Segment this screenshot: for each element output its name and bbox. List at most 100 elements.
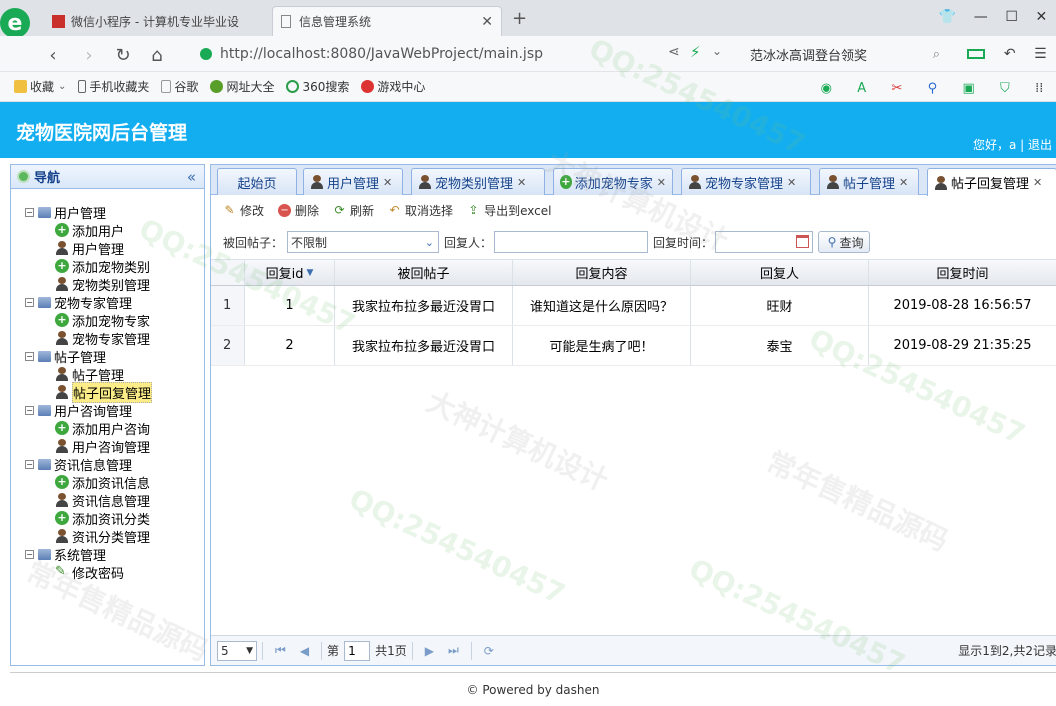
sidebar-item[interactable]: + 添加用户 <box>11 221 204 240</box>
gamepad-icon[interactable]: ▣ <box>962 81 974 96</box>
refresh-icon[interactable]: ⟳ <box>484 644 494 658</box>
first-page-icon[interactable]: ⏮ <box>275 643 286 658</box>
bookmark-google[interactable]: 谷歌 <box>161 78 198 95</box>
magnifier-icon[interactable]: ⚲ <box>928 81 938 96</box>
back-icon[interactable]: ‹ <box>42 44 64 66</box>
sidebar-item[interactable]: − 帖子管理 <box>11 347 204 366</box>
sidebar-item[interactable]: − 资讯信息管理 <box>11 455 204 474</box>
battery-icon[interactable] <box>967 49 986 59</box>
sidebar-item[interactable]: + 添加资讯分类 <box>11 509 204 528</box>
calendar-icon[interactable] <box>796 235 810 248</box>
bookmark-360[interactable]: 360搜索 <box>286 78 349 95</box>
chat-icon[interactable]: ◉ <box>821 81 832 96</box>
collapse-toggle-icon[interactable]: − <box>25 549 34 559</box>
column-header-id[interactable]: 回复id ▼ <box>245 260 335 285</box>
post-select[interactable]: 不限制 ⌄ <box>287 231 440 253</box>
forward-icon[interactable]: › <box>78 44 100 66</box>
sidebar-item[interactable]: + 添加宠物类别 <box>11 257 204 276</box>
close-window-icon[interactable]: ✕ <box>1035 9 1047 25</box>
bookmark-games[interactable]: 游戏中心 <box>361 78 425 95</box>
sidebar-item[interactable]: − 系统管理 <box>11 545 204 564</box>
next-page-icon[interactable]: ▶ <box>425 644 434 658</box>
close-icon[interactable]: ✕ <box>383 176 392 189</box>
collapse-toggle-icon[interactable]: − <box>25 405 34 415</box>
query-button[interactable]: ⚲ 查询 <box>818 231 871 253</box>
home-icon[interactable]: ⌂ <box>146 44 168 66</box>
column-header-content[interactable]: 回复内容 <box>513 260 691 285</box>
browser-tab-miniprogram[interactable]: 微信小程序 - 计算机专业毕业设 <box>44 6 250 36</box>
translate-icon[interactable]: A <box>857 81 866 96</box>
page-tab[interactable]: 用户管理 ✕ <box>303 168 403 195</box>
user-info[interactable]: 您好，a | 退出 <box>973 136 1052 153</box>
page-tab[interactable]: 帖子管理 ✕ <box>819 168 919 195</box>
column-header-time[interactable]: 回复时间 <box>869 260 1056 285</box>
sidebar-item[interactable]: − 宠物专家管理 <box>11 293 204 312</box>
refresh-button[interactable]: ⟳ 刷新 <box>333 202 375 219</box>
sidebar-item[interactable]: 帖子管理 <box>11 365 204 384</box>
close-icon[interactable]: ✕ <box>481 14 493 30</box>
page-tab[interactable]: + 添加宠物专家 ✕ <box>553 168 673 195</box>
reload-icon[interactable]: ↻ <box>112 44 134 66</box>
close-icon[interactable]: ✕ <box>787 176 796 189</box>
sidebar-item[interactable]: + 添加资讯信息 <box>11 473 204 492</box>
table-row[interactable]: 2 2 我家拉布拉多最近没胃口 可能是生病了吧！ 泰宝 2019-08-29 21:35:… <box>211 326 1056 366</box>
close-icon[interactable]: ✕ <box>517 176 526 189</box>
sidebar-item[interactable]: 宠物专家管理 <box>11 329 204 348</box>
close-icon[interactable]: ✕ <box>899 176 908 189</box>
page-tab[interactable]: 起始页 <box>217 168 297 195</box>
menu-icon[interactable]: ☰ <box>1034 46 1047 62</box>
shield-icon[interactable]: ⛉ <box>1000 81 1010 96</box>
chevron-down-icon[interactable]: ⌄ <box>712 44 722 58</box>
replier-input[interactable] <box>494 231 649 253</box>
column-header-post[interactable]: 被回帖子 <box>335 260 513 285</box>
search-hint[interactable]: 范冰冰高调登台领奖 ⌕ <box>750 44 940 64</box>
delete-button[interactable]: − 删除 <box>278 202 319 219</box>
maximize-icon[interactable]: ☐ <box>1005 9 1018 25</box>
sidebar-item[interactable]: 资讯分类管理 <box>11 527 204 546</box>
close-icon[interactable]: ✕ <box>1033 176 1042 189</box>
sidebar-item[interactable]: + 添加宠物专家 <box>11 311 204 330</box>
bookmark-mobile[interactable]: 手机收藏夹 <box>78 78 149 95</box>
export-button[interactable]: ⇪ 导出到excel <box>467 202 552 219</box>
sidebar-item[interactable]: 用户咨询管理 <box>11 437 204 456</box>
page-size-select[interactable]: 5 ▼ <box>217 640 257 661</box>
sidebar-item[interactable]: − 用户咨询管理 <box>11 401 204 420</box>
new-tab-button[interactable]: + <box>512 8 527 29</box>
collapse-toggle-icon[interactable]: − <box>25 459 34 469</box>
scissors-icon[interactable]: ✂ <box>891 81 902 96</box>
page-number-input[interactable] <box>344 640 371 661</box>
collapse-toggle-icon[interactable]: − <box>25 297 34 307</box>
edit-button[interactable]: ✎ 修改 <box>223 202 264 219</box>
share-icon[interactable]: ⋖ <box>668 44 680 60</box>
sidebar-item[interactable]: 资讯信息管理 <box>11 491 204 510</box>
bookmark-hao[interactable]: 网址大全 <box>210 78 274 95</box>
collapse-toggle-icon[interactable]: − <box>25 351 34 361</box>
bolt-icon[interactable]: ⚡ <box>690 43 701 61</box>
unselect-button[interactable]: ↶ 取消选择 <box>388 202 454 219</box>
sidebar-item[interactable]: 帖子回复管理 <box>11 381 204 403</box>
grid-icon[interactable]: ⁞⁞ <box>1035 81 1043 96</box>
sidebar-item[interactable]: ✎ 修改密码 <box>11 563 204 582</box>
close-icon[interactable]: ✕ <box>657 176 666 189</box>
sidebar-item[interactable]: + 添加用户咨询 <box>11 419 204 438</box>
last-page-icon[interactable]: ⏭ <box>448 643 459 658</box>
sidebar-item[interactable]: 用户管理 <box>11 239 204 258</box>
sidebar-item[interactable]: − 用户管理 <box>11 203 204 222</box>
bookmark-favorites[interactable]: 收藏 ⌄ <box>14 78 66 95</box>
page-tab[interactable]: 帖子回复管理 ✕ <box>927 168 1056 196</box>
prev-page-icon[interactable]: ◀ <box>300 644 309 658</box>
collapse-icon[interactable]: « <box>187 168 196 186</box>
page-tab[interactable]: 宠物类别管理 ✕ <box>411 168 545 195</box>
search-icon[interactable]: ⌕ <box>933 47 940 62</box>
skin-icon[interactable]: 👕 <box>939 9 956 25</box>
address-bar[interactable]: http://localhost:8080/JavaWebProject/mai… <box>200 42 740 66</box>
sidebar-item[interactable]: 宠物类别管理 <box>11 275 204 294</box>
page-tab[interactable]: 宠物专家管理 ✕ <box>681 168 811 195</box>
table-row[interactable]: 1 1 我家拉布拉多最近没胃口 谁知道这是什么原因吗？ 旺财 2019-08-28 16:… <box>211 286 1056 326</box>
browser-tab-info[interactable]: 信息管理系统 ✕ <box>272 6 502 36</box>
column-header-replier[interactable]: 回复人 <box>691 260 869 285</box>
collapse-toggle-icon[interactable]: − <box>25 207 34 217</box>
undo-icon[interactable]: ↶ <box>1004 46 1016 62</box>
minimize-icon[interactable]: — <box>974 9 988 25</box>
time-input[interactable] <box>715 231 814 253</box>
